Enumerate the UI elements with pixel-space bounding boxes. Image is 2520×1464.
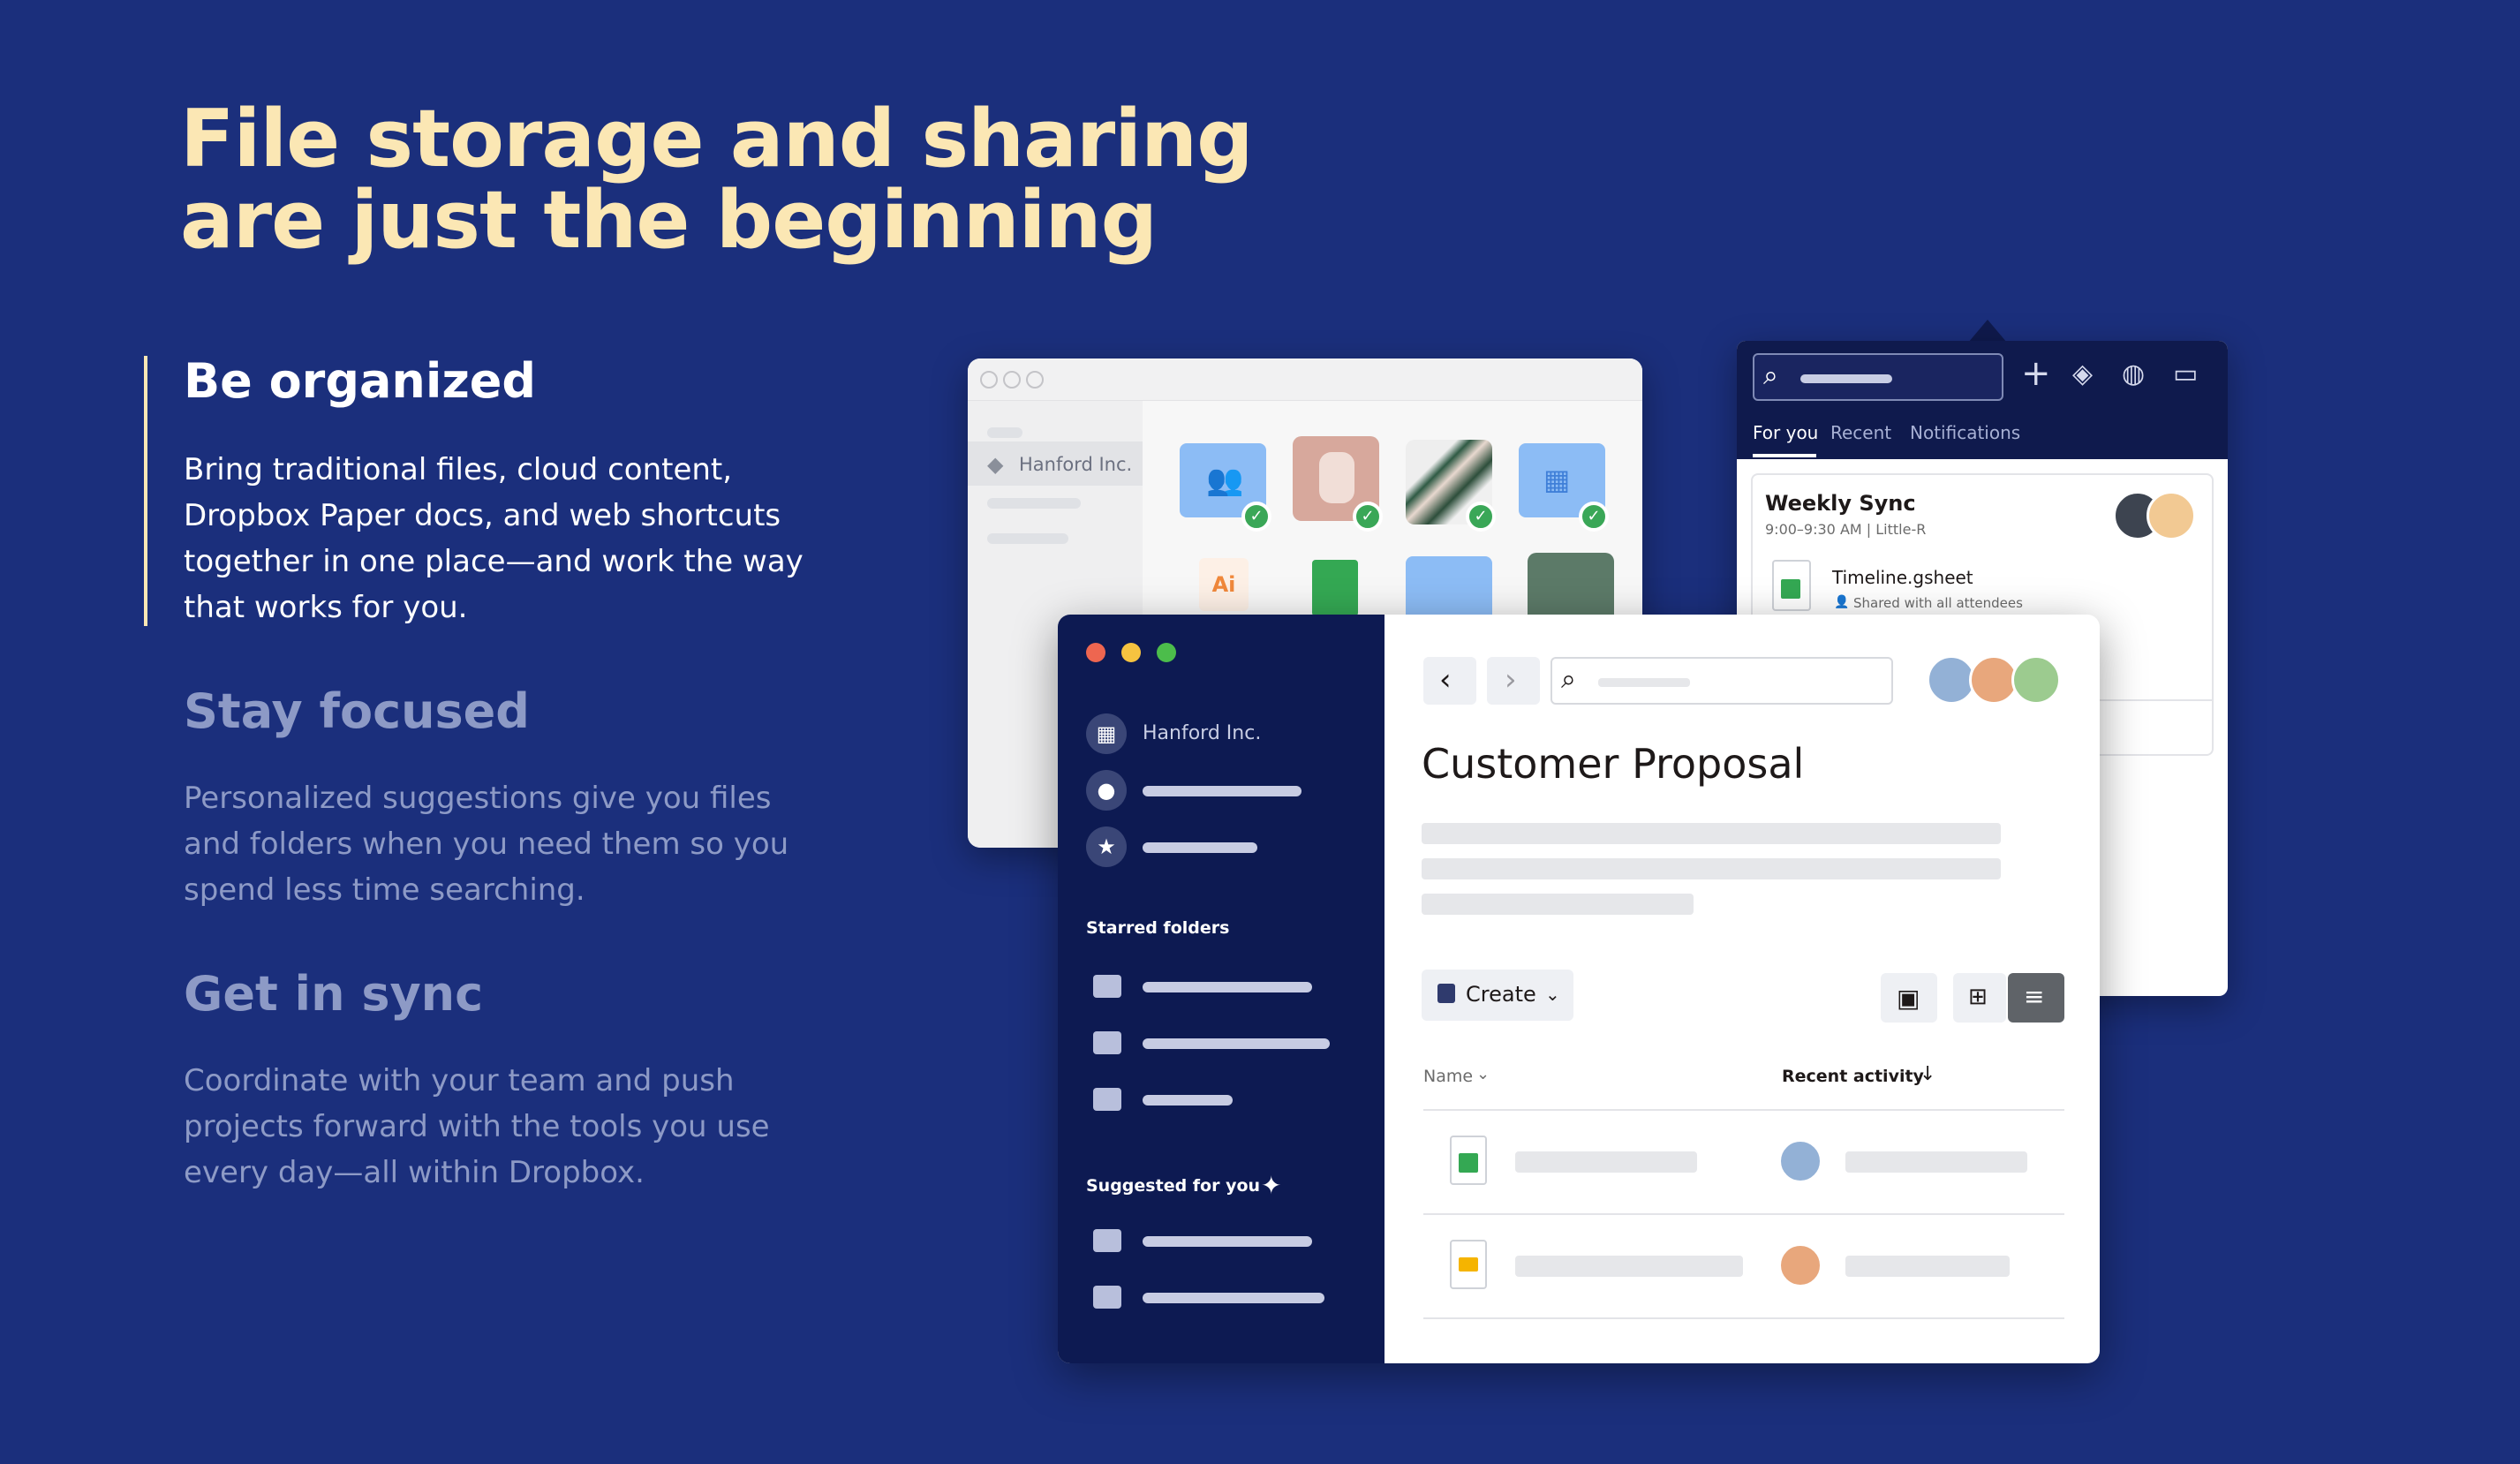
spreadsheet-file-icon[interactable] xyxy=(1312,560,1358,616)
file-name[interactable]: Timeline.gsheet xyxy=(1832,567,1973,588)
feature-body-focused: Personalized suggestions give you files … xyxy=(184,781,789,908)
desktop-view-button[interactable]: ▣ xyxy=(1881,973,1937,1023)
activity-avatar xyxy=(1778,1139,1822,1183)
table-row[interactable] xyxy=(1423,1111,2064,1213)
tab-notifications[interactable]: Notifications xyxy=(1910,422,2020,443)
page-headline: File storage and sharing are just the be… xyxy=(180,93,1254,267)
dropbox-icon[interactable]: ◈ xyxy=(2072,358,2093,389)
building-icon[interactable]: ▦ xyxy=(1086,713,1127,754)
column-header-activity[interactable]: Recent activity xyxy=(1782,1067,1924,1086)
back-button[interactable]: ‹ xyxy=(1423,657,1476,705)
gslides-file-icon xyxy=(1450,1240,1487,1289)
folder-icon[interactable] xyxy=(1093,1088,1121,1111)
dropbox-logo-icon: ◆ xyxy=(987,452,1004,477)
sidebar-team-label[interactable]: Hanford Inc. xyxy=(1143,722,1261,744)
folder-icon[interactable] xyxy=(1093,1031,1121,1054)
synced-check-icon: ✓ xyxy=(1241,502,1271,532)
attendee-avatar xyxy=(2147,491,2196,540)
search-icon: ⌕ xyxy=(1763,360,1778,391)
sidebar-placeholder xyxy=(987,533,1068,544)
window-zoom-dot[interactable] xyxy=(1157,643,1176,662)
folder-icon[interactable]: ▭ xyxy=(2173,358,2198,389)
synced-check-icon: ✓ xyxy=(1466,502,1496,532)
synced-check-icon: ✓ xyxy=(1579,502,1609,532)
feature-title-organized[interactable]: Be organized xyxy=(184,353,536,410)
sidebar-placeholder xyxy=(987,427,1022,438)
folder-icon[interactable] xyxy=(1093,1229,1121,1252)
grid-icon: ⊞ xyxy=(1968,984,1988,1010)
dropbox-app-window: ▦ Hanford Inc. ● ★ Starred folders Sugge… xyxy=(1058,615,2100,1363)
gsheet-file-icon xyxy=(1450,1136,1487,1185)
globe-icon[interactable]: ◍ xyxy=(2122,358,2145,389)
search-icon: ⌕ xyxy=(1561,664,1576,695)
create-icon xyxy=(1437,984,1455,1003)
folder-icon[interactable] xyxy=(1093,1286,1121,1309)
forward-button[interactable]: › xyxy=(1487,657,1540,705)
active-feature-indicator xyxy=(144,356,147,626)
window-close-dot[interactable] xyxy=(1086,643,1105,662)
add-icon[interactable]: + xyxy=(2021,353,2051,394)
chevron-down-icon: ⌄ xyxy=(1476,1065,1490,1083)
panel-search-input[interactable]: ⌕ xyxy=(1753,353,2003,401)
feature-body-organized: Bring traditional files, cloud content, … xyxy=(184,452,804,625)
synced-check-icon: ✓ xyxy=(1353,502,1383,532)
window-minimize-dot[interactable] xyxy=(1121,643,1141,662)
list-view-button[interactable]: ≡ xyxy=(2008,973,2064,1023)
column-header-name[interactable]: Name xyxy=(1423,1067,1473,1086)
window-close-dot[interactable] xyxy=(980,371,998,389)
building-icon: ▦ xyxy=(1543,463,1571,496)
suggested-label: Suggested for you xyxy=(1086,1176,1261,1196)
sidebar-item-hanford[interactable]: ◆ Hanford Inc. xyxy=(968,441,1143,486)
create-label: Create xyxy=(1466,982,1536,1007)
sidebar-item-label: Hanford Inc. xyxy=(1019,454,1133,475)
feature-title-sync[interactable]: Get in sync xyxy=(184,966,483,1023)
folder-icon[interactable] xyxy=(1093,975,1121,998)
tab-for-you[interactable]: For you xyxy=(1753,422,1818,443)
panel-header: ⌕ + ◈ ◍ ▭ For you Recent Notifications xyxy=(1737,341,2228,459)
chevron-down-icon: ⌄ xyxy=(1545,984,1560,1005)
active-tab-underline xyxy=(1753,454,1816,457)
event-title: Weekly Sync xyxy=(1765,491,1916,516)
create-button[interactable]: Create ⌄ xyxy=(1422,970,1573,1021)
search-input[interactable]: ⌕ xyxy=(1550,657,1893,705)
grid-view-button[interactable]: ⊞ xyxy=(1953,973,2006,1023)
star-icon[interactable]: ★ xyxy=(1086,826,1127,867)
event-time: 9:00–9:30 AM | Little-R xyxy=(1765,521,1927,538)
monitor-icon: ▣ xyxy=(1897,984,1920,1013)
member-avatar[interactable] xyxy=(2011,655,2061,705)
starred-folders-label: Starred folders xyxy=(1086,918,1230,938)
chevron-right-icon: › xyxy=(1505,662,1517,698)
activity-avatar xyxy=(1778,1243,1822,1287)
sidebar-placeholder xyxy=(987,498,1081,509)
window-zoom-dot[interactable] xyxy=(1026,371,1044,389)
document-title: Customer Proposal xyxy=(1422,740,1805,788)
people-icon: 👤 xyxy=(1834,595,1850,609)
table-row[interactable] xyxy=(1423,1215,2064,1317)
illustrator-file-icon[interactable]: Ai xyxy=(1199,558,1249,611)
tab-recent[interactable]: Recent xyxy=(1830,422,1891,443)
window-minimize-dot[interactable] xyxy=(1003,371,1021,389)
arrow-down-icon: ↓ xyxy=(1920,1063,1936,1085)
feature-body-sync: Coordinate with your team and push proje… xyxy=(184,1063,770,1190)
file-shared-note: Shared with all attendees xyxy=(1853,595,2023,611)
feature-title-focused[interactable]: Stay focused xyxy=(184,683,530,740)
app-sidebar: ▦ Hanford Inc. ● ★ Starred folders Sugge… xyxy=(1058,615,1384,1363)
gsheet-file-icon xyxy=(1772,560,1811,611)
panel-caret xyxy=(1968,320,2007,343)
sparkle-icon: ✦ xyxy=(1261,1171,1282,1200)
people-icon: 👥 xyxy=(1206,463,1244,498)
chevron-left-icon: ‹ xyxy=(1439,662,1452,698)
person-icon[interactable]: ● xyxy=(1086,770,1127,811)
window-titlebar xyxy=(968,358,1642,401)
list-icon: ≡ xyxy=(2024,982,2045,1011)
